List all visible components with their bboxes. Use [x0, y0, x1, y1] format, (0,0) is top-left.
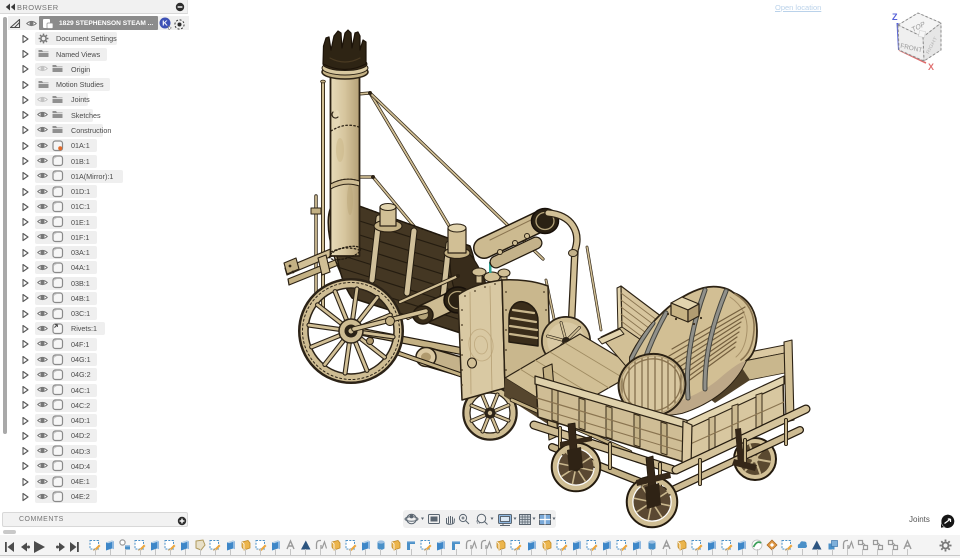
svg-text:K: K — [162, 19, 168, 28]
svg-text:Z: Z — [892, 12, 898, 22]
svg-text:X: X — [928, 62, 934, 72]
